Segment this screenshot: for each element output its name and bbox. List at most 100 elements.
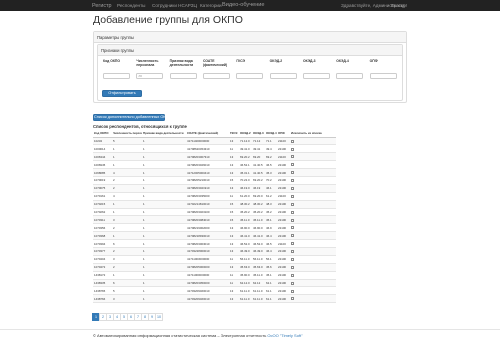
activity-input[interactable]	[169, 73, 197, 79]
exclude-checkbox[interactable]	[291, 226, 294, 230]
table-cell: 22100	[277, 294, 290, 304]
nav-video-training[interactable]: Видео-обучение	[222, 2, 265, 8]
table-cell: 69.20.2	[239, 152, 252, 162]
exclude-checkbox[interactable]	[291, 187, 294, 191]
exclude-checkbox[interactable]	[291, 210, 294, 214]
table-cell: 48.3	[265, 200, 277, 209]
table-cell: 1	[142, 200, 186, 209]
exclude-checkbox[interactable]	[291, 297, 294, 301]
table-cell: 22100	[277, 200, 290, 209]
exclude-cell	[290, 294, 336, 304]
list-col-header: Исключить из списка	[290, 130, 336, 138]
exclude-checkbox[interactable]	[291, 258, 294, 262]
exclude-checkbox[interactable]	[291, 234, 294, 238]
table-cell: 41708203035000	[186, 192, 229, 201]
table-cell: 13	[229, 137, 239, 146]
table-cell: 11	[229, 279, 239, 288]
table-row: 1438172 1 1 41711000000000 11 45.90.0 45.11.0 4…	[93, 271, 336, 280]
exclude-checkbox[interactable]	[291, 242, 294, 246]
col-oked4: ОКЭД-4	[336, 59, 349, 63]
table-row: 1070215 1 1 41702214810010 15 48.30.2 48.30.2 4…	[93, 200, 336, 209]
table-cell: 6	[112, 279, 142, 288]
exclude-checkbox[interactable]	[291, 289, 294, 293]
footer-divider	[0, 329, 500, 330]
exclude-checkbox[interactable]	[291, 218, 294, 222]
exclude-checkbox[interactable]	[291, 250, 294, 254]
table-cell: 15	[229, 200, 239, 209]
logout-link[interactable]: Выход	[391, 3, 405, 8]
table-cell: 1	[142, 231, 186, 241]
okpo-input[interactable]	[103, 73, 130, 79]
footer-company-link[interactable]: ОсОО "Timely Soft"	[267, 333, 302, 338]
table-cell: 45.1	[265, 271, 277, 280]
list-col-header: СОАТЕ (фактический)	[186, 130, 229, 138]
exclude-checkbox[interactable]	[291, 281, 294, 285]
table-cell: 13	[229, 223, 239, 233]
exclude-cell	[290, 168, 336, 177]
table-cell: 45.11.0	[252, 271, 265, 280]
table-cell: 22100	[277, 160, 290, 170]
table-cell: 1438335	[93, 279, 112, 288]
oked3-input[interactable]	[302, 73, 330, 79]
table-cell: 41703209460010	[186, 294, 229, 304]
table-cell: 45.11.0	[239, 215, 252, 225]
table-cell: 46.49.0	[239, 247, 252, 256]
table-cell: 41708218930010	[186, 231, 229, 241]
table-cell: 41708620454310	[186, 144, 229, 154]
exclude-checkbox[interactable]	[291, 155, 294, 159]
list-col-header: ОКЭД-4	[265, 130, 277, 138]
oked2-input[interactable]	[269, 73, 297, 79]
filter-button[interactable]: Отфильтровать	[102, 90, 142, 97]
exclude-cell	[290, 231, 336, 241]
table-cell: 1070368	[93, 231, 112, 241]
nav-categories[interactable]: Категории	[200, 3, 222, 8]
list-col-header: ОПФ	[277, 130, 290, 138]
table-cell: 1	[142, 144, 186, 154]
table-row: 1070356 2 1 41708219002000 13 46.90.0 46.90.0 4…	[93, 223, 336, 233]
exclude-checkbox[interactable]	[291, 147, 294, 151]
table-cell: 41.40.5	[252, 168, 265, 177]
table-cell: 1438766	[93, 294, 112, 304]
exclude-checkbox[interactable]	[291, 163, 294, 167]
table-cell: 45.63.0	[239, 263, 252, 272]
nav-employees[interactable]: Сотрудники НСАРЗЦ	[152, 3, 197, 8]
table-cell: 69.20	[252, 152, 265, 162]
col-activity: Признак вида деятельности	[169, 59, 194, 67]
list-col-header: Признак вида деятельности	[142, 130, 186, 138]
exclude-checkbox[interactable]	[291, 273, 294, 277]
exclude-cell	[290, 184, 336, 193]
table-row: 1070377 2 1 41703228000010 13 46.49.0 46.49.0 4…	[93, 247, 336, 256]
page-link-10[interactable]: 10	[155, 313, 163, 321]
table-cell: 61.11.0	[239, 286, 252, 296]
table-cell: 11	[229, 192, 239, 201]
top-navbar: Регистр Респонденты Сотрудники НСАРЗЦ Ка…	[0, 0, 500, 11]
oked4-input[interactable]	[336, 73, 364, 79]
exclude-checkbox[interactable]	[291, 179, 294, 183]
col-soate: СОАТЕ (фактический)	[202, 59, 228, 67]
nav-respondents[interactable]: Респонденты	[117, 3, 145, 8]
exclude-cell	[290, 152, 336, 162]
exclude-checkbox[interactable]	[291, 171, 294, 175]
group-signs-heading: Признаки группы	[98, 45, 402, 56]
brand-link[interactable]: Регистр	[92, 3, 112, 9]
table-cell: 1000014	[93, 144, 112, 154]
table-cell: 41703228000010	[186, 247, 229, 256]
exclude-checkbox[interactable]	[291, 194, 294, 198]
persons-input[interactable]: <=	[136, 73, 164, 79]
col-persons: Численность персонала	[136, 59, 159, 67]
exclude-checkbox[interactable]	[291, 265, 294, 269]
added-okpo-list-button[interactable]: Список дополнительно добавленных ОКПО	[93, 114, 171, 121]
table-cell: 69.2	[265, 152, 277, 162]
table-cell: 69.20.0	[252, 192, 265, 201]
exclude-checkbox[interactable]	[291, 202, 294, 206]
table-cell: 1	[142, 247, 186, 256]
table-cell: 46.5	[265, 160, 277, 170]
table-cell: 1068685	[93, 168, 112, 177]
gkse-input[interactable]	[236, 73, 264, 79]
table-cell: 1070472	[93, 263, 112, 272]
opf-input[interactable]	[369, 73, 397, 79]
exclude-checkbox[interactable]	[291, 139, 294, 143]
table-cell: 13	[229, 184, 239, 193]
table-cell: 1	[142, 223, 186, 233]
soate-input[interactable]	[202, 73, 230, 79]
